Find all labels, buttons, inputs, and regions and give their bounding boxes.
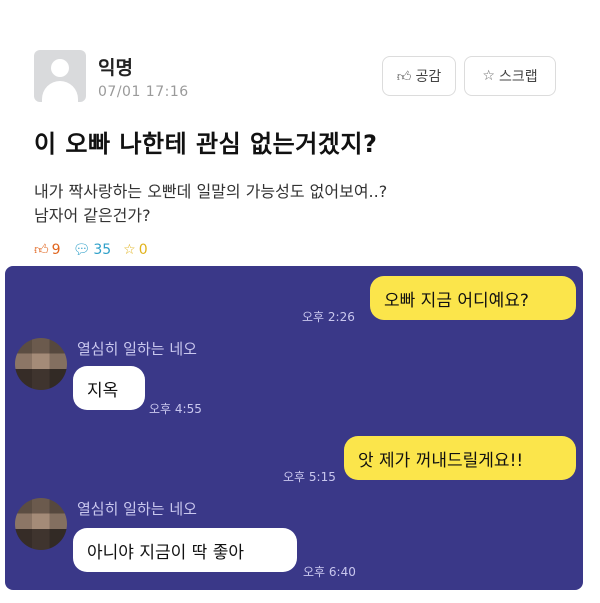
anonymous-avatar (34, 50, 86, 102)
message-time: 오후 5:15 (283, 470, 336, 484)
post-title: 이 오빠 나한테 관심 없는거겠지? (34, 130, 378, 158)
star-icon: ☆ (482, 68, 495, 84)
scrap-button[interactable]: ☆ 스크랩 (464, 56, 556, 96)
speech-bubble-icon: 💬︎ (72, 241, 91, 258)
like-count-value: 9 (51, 241, 61, 258)
sender-profile-photo (15, 338, 67, 390)
scrap-button-label: 스크랩 (498, 69, 538, 85)
post-date: 07/01 17:16 (98, 84, 189, 100)
like-count[interactable]: 👍︎ 9 (34, 241, 61, 259)
star-icon: ☆ (123, 241, 136, 258)
post-body: 내가 짝사랑하는 오빤데 일말의 가능성도 없어보여..? 남자어 같은건가? (34, 180, 387, 228)
scrap-count-value: 0 (138, 241, 148, 258)
post-stats: 👍︎ 9 💬︎ 35 ☆ 0 (34, 241, 148, 259)
message-bubble-sent: 오빠 지금 어디예요? (370, 276, 576, 320)
message-time: 오후 2:26 (302, 310, 355, 324)
post-body-line: 내가 짝사랑하는 오빤데 일말의 가능성도 없어보여..? (34, 182, 388, 201)
message-time: 오후 6:40 (303, 565, 356, 579)
like-button-label: 공감 (415, 69, 442, 85)
scrap-count[interactable]: ☆ 0 (123, 242, 147, 258)
post-header: 익명 07/01 17:16 👍︎ 공감 ☆ 스크랩 (34, 50, 574, 110)
post-author: 익명 (98, 57, 133, 79)
post-body-line: 남자어 같은건가? (34, 206, 151, 225)
sender-profile-photo (15, 498, 67, 550)
comment-count-value: 35 (93, 241, 112, 258)
chat-screenshot: 오후 2:26 오빠 지금 어디예요? 열심히 일하는 네오 지옥 오후 4:5… (5, 266, 583, 590)
sender-name: 열심히 일하는 네오 (77, 340, 197, 358)
sender-name: 열심히 일하는 네오 (77, 500, 197, 518)
message-time: 오후 4:55 (149, 402, 202, 416)
thumbs-up-icon: 👍︎ (396, 68, 412, 85)
message-bubble-received: 지옥 (73, 366, 145, 410)
message-bubble-received: 아니야 지금이 딱 좋아 (73, 528, 297, 572)
like-button[interactable]: 👍︎ 공감 (382, 56, 456, 96)
comment-count[interactable]: 💬︎ 35 (73, 242, 112, 258)
thumbs-up-icon: 👍︎ (34, 242, 49, 258)
message-bubble-sent: 앗 제가 꺼내드릴게요!! (344, 436, 576, 480)
